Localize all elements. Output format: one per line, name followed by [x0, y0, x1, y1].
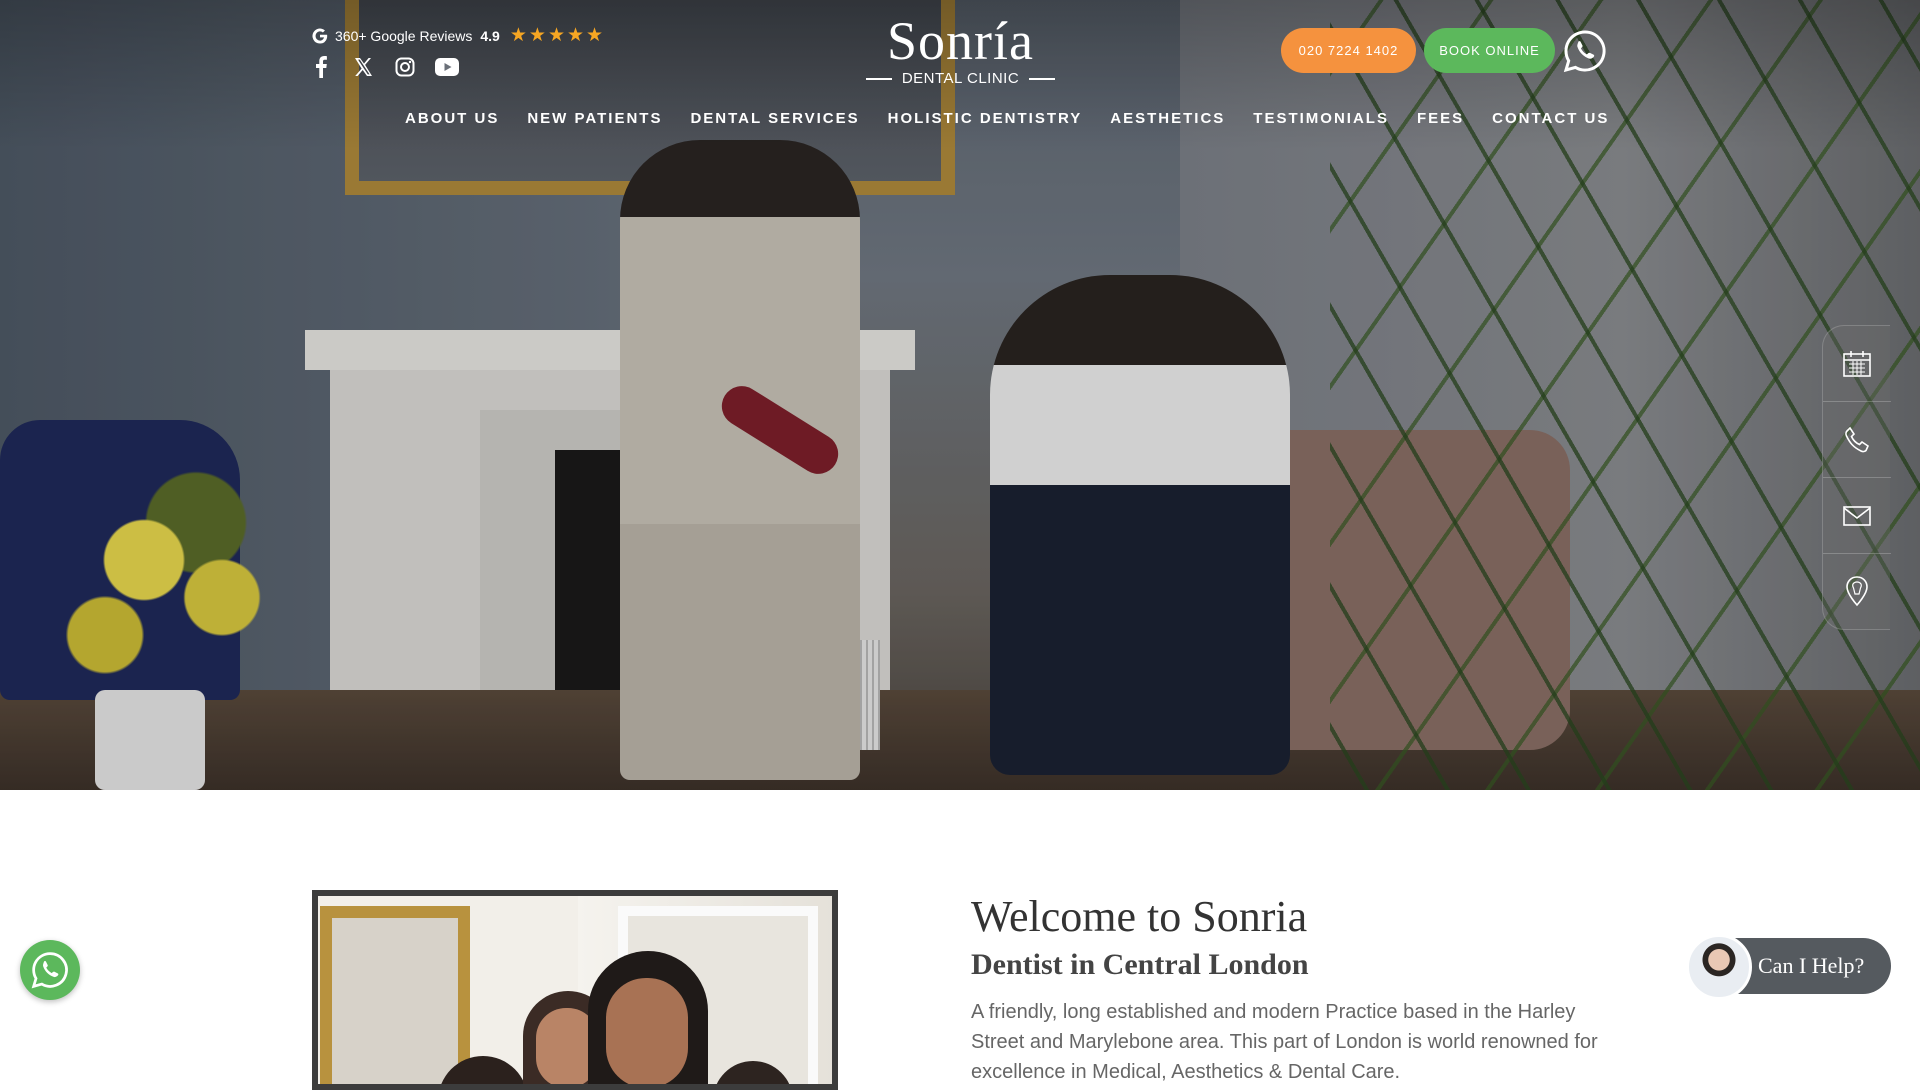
- logo-subline: DENTAL CLINIC: [858, 70, 1063, 87]
- assistant-avatar: [1686, 934, 1752, 1000]
- location-pin-icon[interactable]: [1823, 554, 1891, 630]
- team-photo: [312, 890, 838, 1090]
- whatsapp-float-button[interactable]: [20, 940, 80, 1000]
- welcome-heading: Welcome to Sonria: [971, 892, 1308, 941]
- nav-testimonials[interactable]: TESTIMONIALS: [1239, 110, 1403, 127]
- nav-fees[interactable]: FEES: [1403, 110, 1478, 127]
- nav-holistic-dentistry[interactable]: HOLISTIC DENTISTRY: [874, 110, 1097, 127]
- chat-help-widget[interactable]: Can I Help?: [1686, 934, 1891, 1000]
- rating-stars: ★ ★ ★ ★ ★: [510, 24, 603, 47]
- instagram-icon[interactable]: [393, 55, 417, 79]
- star-icon: ★: [528, 25, 546, 46]
- star-icon: ★: [509, 25, 527, 46]
- photo-mirror: [320, 906, 470, 1084]
- google-icon: [311, 27, 329, 45]
- main-navigation: ABOUT US NEW PATIENTS DENTAL SERVICES HO…: [405, 110, 1623, 127]
- phone-icon[interactable]: [1823, 402, 1891, 478]
- logo-rule-left: [865, 77, 892, 80]
- star-icon: ★: [586, 25, 604, 46]
- whatsapp-icon[interactable]: [1563, 29, 1607, 73]
- whatsapp-icon: [31, 952, 68, 989]
- book-online-button[interactable]: BOOK ONLINE: [1424, 28, 1555, 73]
- nav-about-us[interactable]: ABOUT US: [405, 110, 513, 127]
- mail-icon[interactable]: [1823, 478, 1891, 554]
- logo-rule-right: [1029, 77, 1056, 80]
- site-logo[interactable]: Sonría DENTAL CLINIC: [858, 14, 1063, 87]
- star-icon: ★: [547, 25, 565, 46]
- x-icon[interactable]: [351, 55, 375, 79]
- welcome-paragraph: A friendly, long established and modern …: [971, 1001, 1598, 1083]
- side-contact-dock: [1822, 325, 1891, 630]
- youtube-icon[interactable]: [435, 55, 459, 79]
- nav-aesthetics[interactable]: AESTHETICS: [1096, 110, 1239, 127]
- logo-wordmark: Sonría: [887, 11, 1034, 71]
- nav-contact-us[interactable]: CONTACT US: [1478, 110, 1623, 127]
- social-links: [309, 55, 459, 79]
- nav-new-patients[interactable]: NEW PATIENTS: [513, 110, 676, 127]
- chat-help-label: Can I Help?: [1758, 953, 1865, 978]
- logo-subtitle: DENTAL CLINIC: [901, 70, 1020, 87]
- phone-button[interactable]: 020 7224 1402: [1281, 28, 1416, 73]
- photo-face: [606, 978, 688, 1084]
- welcome-subheading: Dentist in Central London: [971, 948, 1309, 981]
- facebook-icon[interactable]: [309, 55, 333, 79]
- calendar-icon[interactable]: [1823, 326, 1891, 402]
- reviews-count: 360+ Google Reviews: [335, 27, 473, 44]
- star-icon: ★: [566, 25, 585, 46]
- nav-dental-services[interactable]: DENTAL SERVICES: [676, 110, 873, 127]
- google-reviews[interactable]: 360+ Google Reviews 4.9 ★ ★ ★ ★ ★: [311, 24, 603, 47]
- reviews-rating: 4.9: [480, 27, 500, 44]
